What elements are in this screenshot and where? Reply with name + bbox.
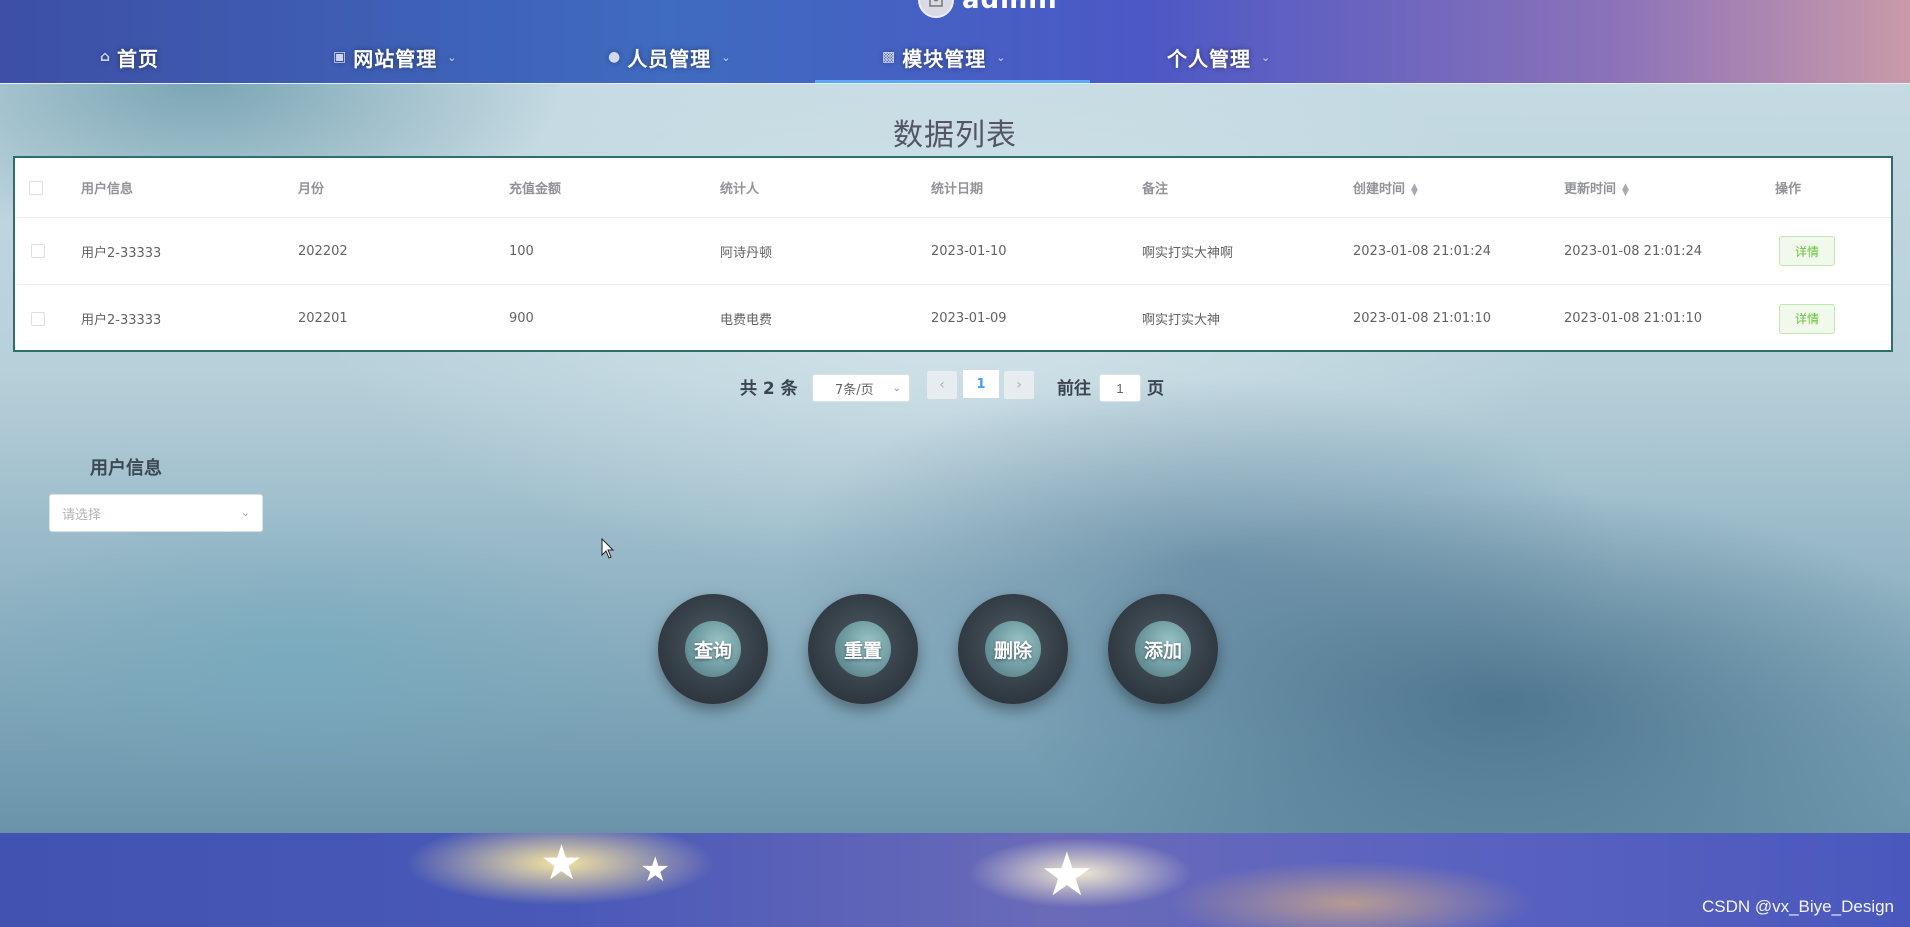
select-placeholder: 请选择 [62, 507, 102, 523]
chevron-down-icon: ⌄ [240, 506, 250, 519]
column-header: 月份 [298, 182, 325, 197]
cell-note: 啊实打实大神啊 [1142, 245, 1234, 261]
cell-updated: 2023-01-08 21:01:10 [1564, 311, 1703, 326]
table-row: 用户2-33333 202201 900 电费电费 2023-01-09 啊实打… [15, 285, 1891, 352]
row-checkbox[interactable] [31, 311, 45, 326]
cell-month: 202202 [298, 243, 348, 259]
add-button[interactable]: 添加 [1108, 594, 1218, 704]
nav-item-label: 个人管理 [1167, 46, 1251, 71]
cell-stat-person: 阿诗丹顿 [720, 245, 773, 261]
star-decoration-icon: ★ [540, 835, 584, 891]
user-icon: ● [608, 49, 622, 65]
reset-button-label: 重置 [835, 621, 891, 677]
monitor-icon: ▣ [333, 49, 348, 65]
nav-item-label: 模块管理 [902, 46, 987, 71]
nav-item-personal-management[interactable]: 个人管理 ⌄ [1167, 42, 1271, 72]
page-title: 数据列表 [893, 118, 1017, 153]
nav-item-site-management[interactable]: ▣ 网站管理 ⌄ [333, 42, 457, 72]
next-page-button[interactable]: › [1004, 371, 1034, 399]
page-number-current[interactable]: 1 [963, 370, 999, 398]
total-count: 共 2 条 [740, 379, 798, 399]
cell-created: 2023-01-08 21:01:24 [1353, 243, 1492, 259]
nav-item-label: 网站管理 [353, 46, 438, 71]
cell-stat-person: 电费电费 [720, 313, 773, 328]
cell-user: 用户2-33333 [81, 245, 162, 261]
cell-stat-date: 2023-01-10 [931, 243, 1007, 259]
query-button[interactable]: 查询 [658, 594, 768, 704]
page-suffix-label: 页 [1147, 379, 1164, 399]
select-all-checkbox[interactable] [29, 181, 43, 195]
pagination: 共 2 条 7条/页 ⌄ ‹ 1 › 前往 页 [0, 370, 1910, 402]
delete-button-label: 删除 [985, 621, 1041, 677]
admin-badge[interactable]: admin [918, 0, 1058, 18]
reset-button[interactable]: 重置 [808, 594, 918, 704]
active-tab-indicator [815, 80, 1090, 83]
column-header: 备注 [1142, 182, 1169, 197]
cell-month: 202201 [298, 311, 348, 326]
row-checkbox[interactable] [31, 244, 45, 258]
star-decoration-icon: ★ [640, 850, 671, 890]
home-icon: ⌂ [100, 49, 112, 65]
detail-button[interactable]: 详情 [1779, 236, 1835, 266]
prev-page-button[interactable]: ‹ [927, 371, 957, 399]
top-navigation: admin ⌂ 首页 ▣ 网站管理 ⌄ ● 人员管理 ⌄ ▩ 模块管理 ⌄ 个人… [0, 0, 1910, 84]
column-header: 统计日期 [931, 182, 984, 197]
module-icon: ▩ [882, 49, 897, 65]
watermark: CSDN @vx_Biye_Design [1701, 897, 1894, 916]
goto-page-input[interactable] [1099, 374, 1141, 402]
cell-updated: 2023-01-08 21:01:24 [1564, 243, 1703, 259]
column-header: 用户信息 [81, 182, 134, 197]
table-header: 用户信息 月份 充值金额 统计人 统计日期 备注 创建时间 ▲ ▼ 更新时间 ▲ ▼ 操… [15, 158, 1891, 218]
nav-item-label: 人员管理 [627, 46, 712, 71]
column-header-sortable[interactable]: 创建时间 ▲ ▼ [1353, 178, 1418, 197]
admin-name: admin [962, 0, 1058, 15]
table-row: 用户2-33333 202202 100 阿诗丹顿 2023-01-10 啊实打… [15, 218, 1891, 285]
user-filter-select[interactable]: 请选择 ⌄ [49, 494, 263, 532]
avatar [918, 0, 954, 18]
chevron-down-icon: ⌄ [996, 50, 1007, 64]
filter-label-user: 用户信息 [90, 458, 162, 479]
column-header-label: 更新时间 [1564, 182, 1617, 197]
goto-label: 前往 [1057, 379, 1091, 399]
chevron-down-icon: ⌄ [892, 383, 901, 394]
chevron-down-icon: ⌄ [1261, 50, 1272, 64]
star-decoration-icon: ★ [1040, 840, 1094, 910]
page-size-select[interactable]: 7条/页 ⌄ [812, 374, 910, 402]
sort-icon[interactable]: ▲ ▼ [1622, 182, 1629, 197]
sort-icon[interactable]: ▲ ▼ [1411, 182, 1418, 197]
footer-banner: ★ ★ ★ CSDN @vx_Biye_Design [0, 833, 1910, 927]
delete-button[interactable]: 删除 [958, 594, 1068, 704]
cell-user: 用户2-33333 [81, 313, 162, 328]
mouse-cursor-icon [601, 538, 615, 559]
cell-created: 2023-01-08 21:01:10 [1353, 311, 1492, 326]
nav-item-personnel-management[interactable]: ● 人员管理 ⌄ [608, 42, 731, 72]
query-button-label: 查询 [685, 621, 741, 677]
chevron-down-icon: ⌄ [447, 50, 458, 64]
nav-item-home[interactable]: ⌂ 首页 [100, 42, 159, 72]
column-header: 充值金额 [509, 182, 562, 197]
chevron-down-icon: ⌄ [721, 50, 732, 64]
column-header-label: 创建时间 [1353, 182, 1406, 197]
column-header: 统计人 [720, 182, 760, 197]
detail-button[interactable]: 详情 [1779, 303, 1835, 334]
cell-amount: 900 [509, 311, 534, 326]
nav-item-label: 首页 [117, 46, 160, 71]
nav-item-module-management[interactable]: ▩ 模块管理 ⌄ [882, 42, 1006, 72]
add-button-label: 添加 [1135, 621, 1191, 677]
page-size-value: 7条/页 [835, 382, 874, 398]
data-table: 用户信息 月份 充值金额 统计人 统计日期 备注 创建时间 ▲ ▼ 更新时间 ▲ ▼ 操… [13, 156, 1893, 352]
cell-note: 啊实打实大神 [1142, 313, 1221, 328]
cell-amount: 100 [509, 243, 534, 259]
column-header-sortable[interactable]: 更新时间 ▲ ▼ [1564, 178, 1629, 197]
cell-stat-date: 2023-01-09 [931, 311, 1007, 326]
column-header: 操作 [1775, 182, 1802, 197]
